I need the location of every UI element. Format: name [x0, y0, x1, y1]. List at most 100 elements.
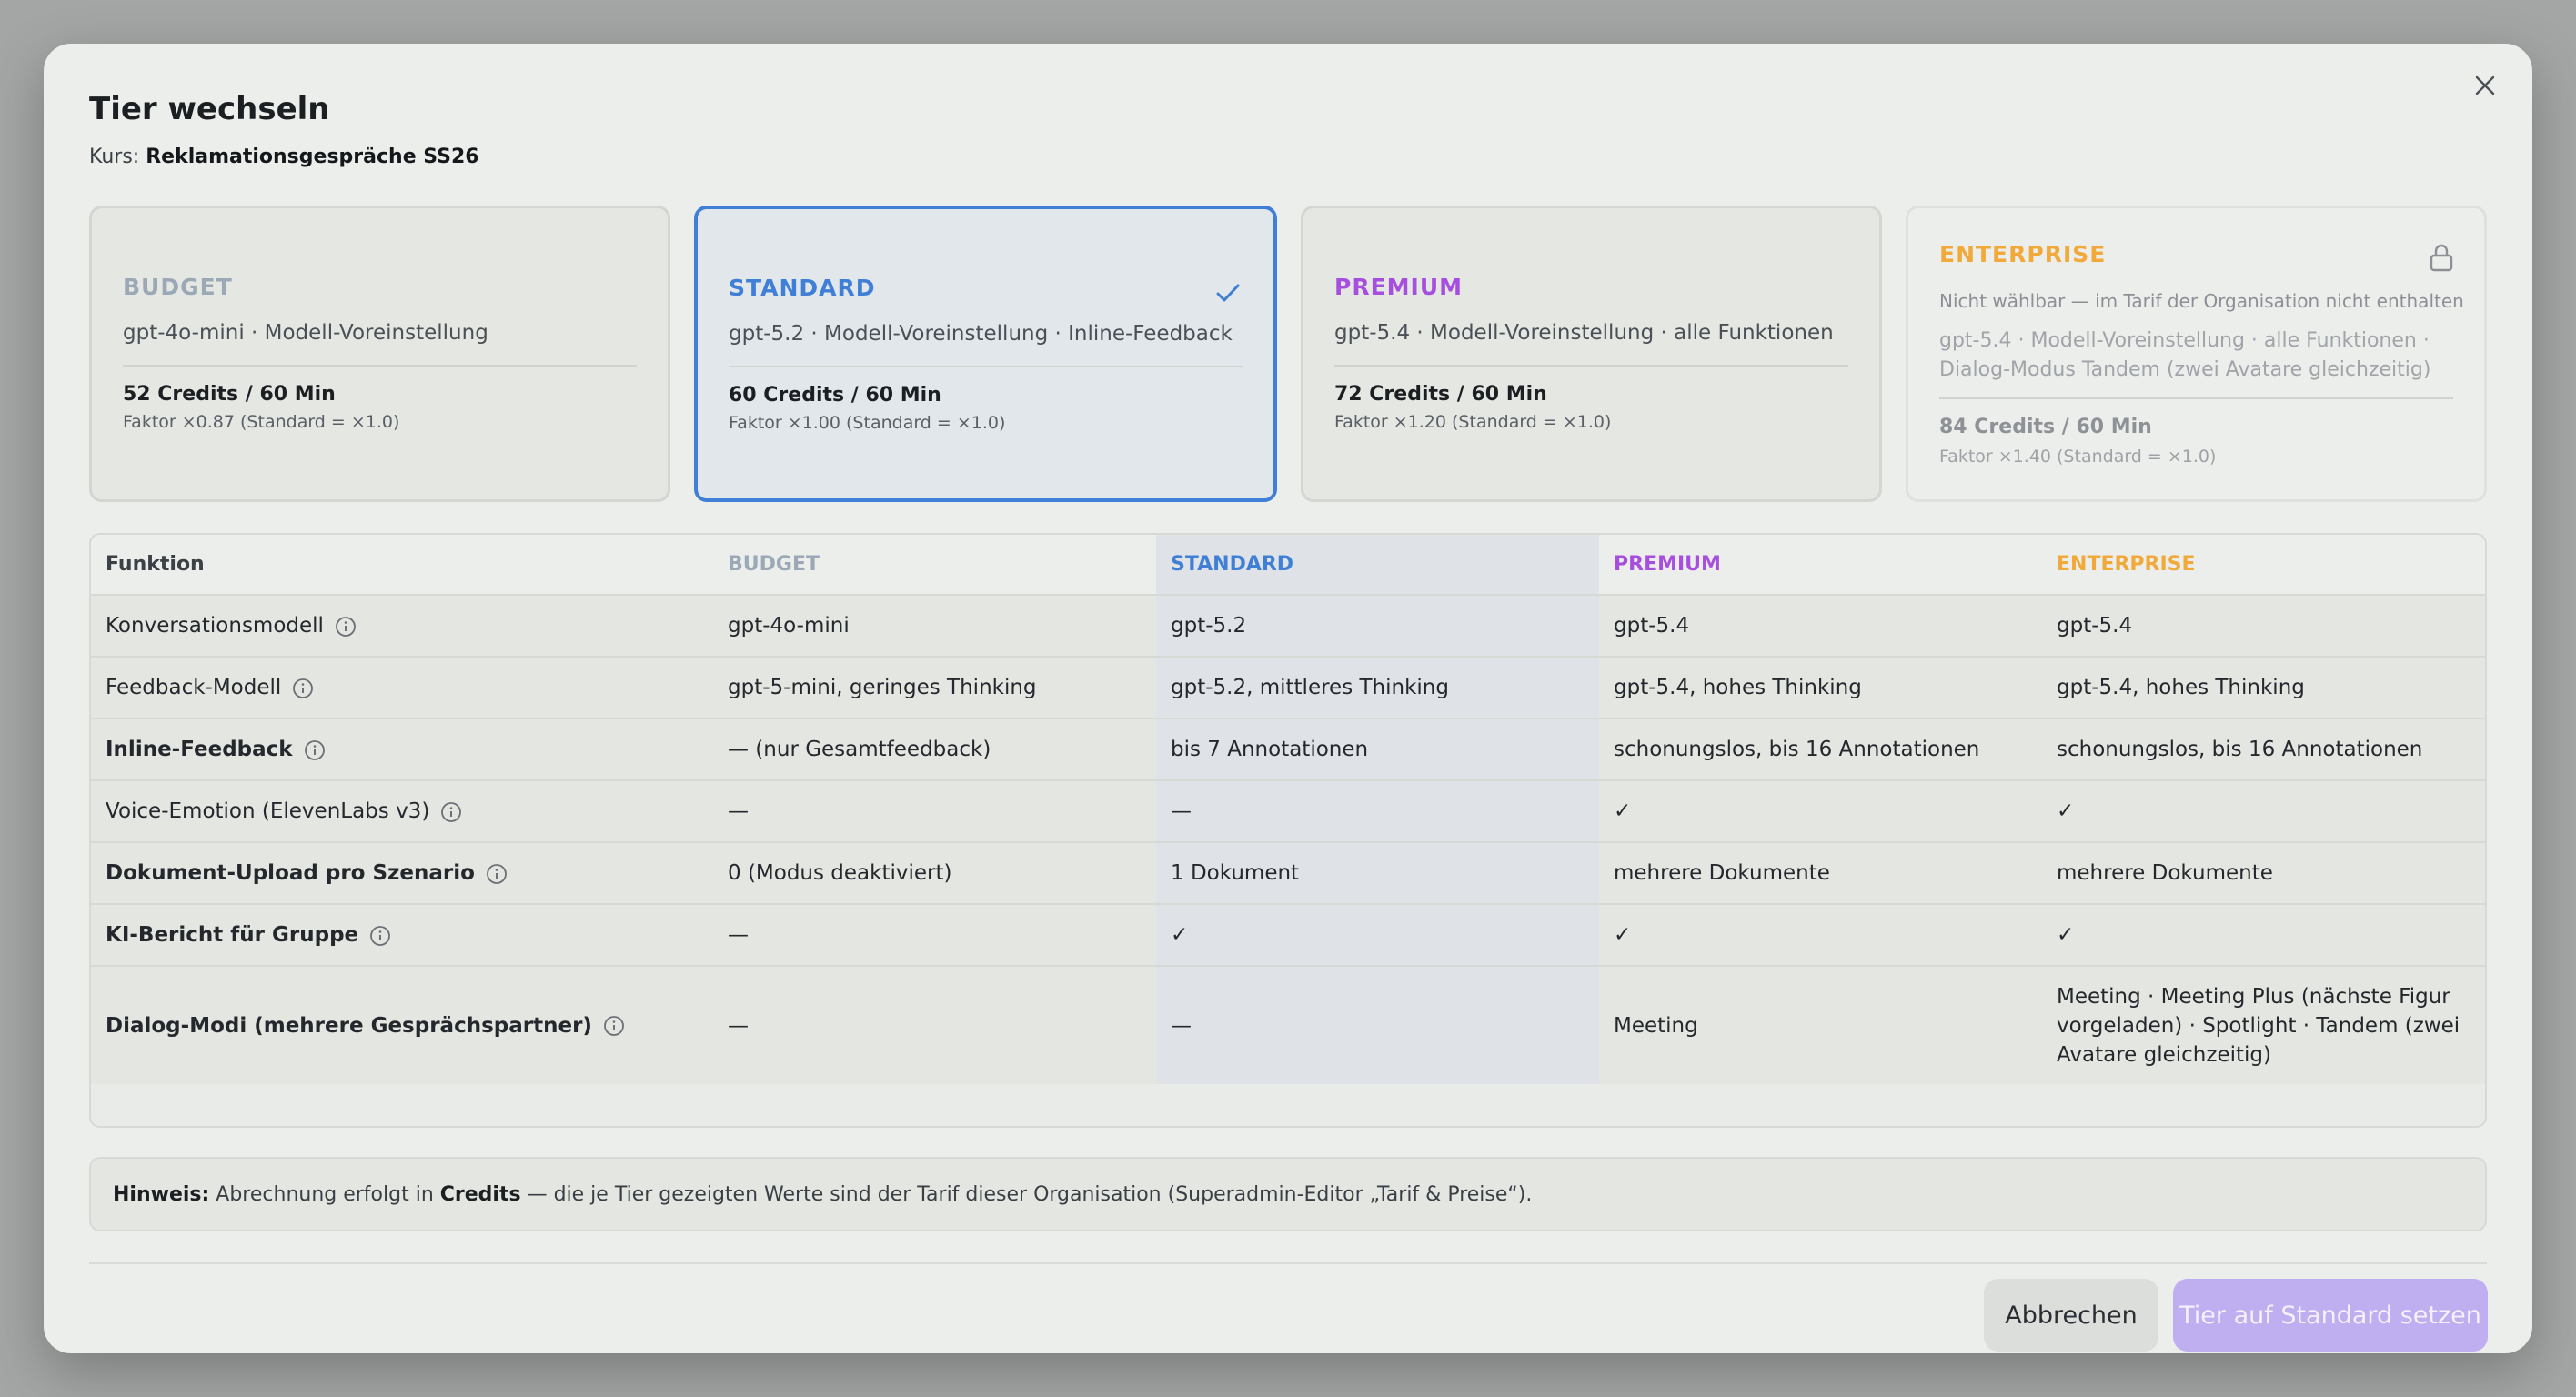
tier-factor: Faktor ×1.00 (Standard = ×1.0)	[729, 413, 1006, 433]
dialog-title: Tier wechseln	[89, 91, 330, 127]
tier-credits: 84 Credits / 60 Min	[1939, 416, 2152, 438]
table-header-row: Funktion BUDGET STANDARD PREMIUM ENTERPR…	[91, 535, 2485, 596]
tier-name: PREMIUM	[1334, 274, 1464, 300]
feature-cell: KI-Bericht für Gruppe	[91, 904, 713, 967]
check-icon	[1216, 284, 1240, 302]
hint-prefix: Hinweis:	[113, 1182, 210, 1206]
feature-value-cell: 0 (Modus deaktiviert)	[713, 842, 1156, 905]
info-icon[interactable]	[292, 678, 314, 699]
divider	[123, 365, 637, 367]
tier-card-standard[interactable]: STANDARD gpt-5.2 · Modell-Voreinstellung…	[694, 206, 1277, 502]
feature-value-cell: gpt-5.4	[2042, 595, 2485, 658]
feature-value-cell: gpt-5.2	[1156, 595, 1599, 658]
hint-text-2: — die je Tier gezeigten Werte sind der T…	[520, 1182, 1533, 1206]
cancel-button[interactable]: Abbrechen	[1984, 1279, 2158, 1352]
feature-value-cell: bis 7 Annotationen	[1156, 719, 1599, 781]
table-row: Feedback-Modell gpt-5-mini, geringes Thin…	[91, 657, 2485, 719]
column-header-feature: Funktion	[91, 535, 713, 596]
feature-label: Inline-Feedback	[106, 738, 293, 761]
table-row: Inline-Feedback — (nur Gesamtfeedback) bis…	[91, 719, 2485, 781]
table-row: Dokument-Upload pro Szenario 0 (Modus dea…	[91, 842, 2485, 905]
feature-label: Konversationsmodell	[106, 614, 324, 638]
feature-value-cell: ✓	[2042, 780, 2485, 843]
table-row: Konversationsmodell gpt-4o-mini gpt-5.2 gpt…	[91, 595, 2485, 658]
column-header-budget: BUDGET	[713, 535, 1156, 596]
divider	[1334, 365, 1848, 367]
feature-value-cell: 1 Dokument	[1156, 842, 1599, 905]
tier-credits: 60 Credits / 60 Min	[729, 384, 941, 407]
tier-name: ENTERPRISE	[1939, 241, 2107, 267]
feature-cell: Voice-Emotion (ElevenLabs v3)	[91, 780, 713, 843]
table-row: Dialog-Modi (mehrere Gesprächspartner) — —…	[91, 966, 2485, 1084]
set-tier-button[interactable]: Tier auf Standard setzen	[2173, 1279, 2488, 1352]
feature-value-cell: ✓	[1599, 904, 2042, 967]
tier-factor: Faktor ×0.87 (Standard = ×1.0)	[123, 412, 400, 432]
feature-cell: Feedback-Modell	[91, 657, 713, 719]
tier-card-enterprise: ENTERPRISE Nicht wählbar — im Tarif der …	[1906, 206, 2487, 502]
close-button[interactable]	[2465, 65, 2505, 106]
info-icon[interactable]	[440, 801, 462, 823]
tier-description: gpt-5.4 · Modell-Voreinstellung · alle F…	[1334, 321, 1834, 345]
info-icon[interactable]	[486, 863, 508, 885]
column-header-enterprise: ENTERPRISE	[2042, 535, 2485, 596]
column-header-standard: STANDARD	[1156, 535, 1599, 596]
feature-value-cell: gpt-5-mini, geringes Thinking	[713, 657, 1156, 719]
feature-value-cell: ✓	[2042, 904, 2485, 967]
info-icon[interactable]	[603, 1015, 625, 1037]
tier-factor: Faktor ×1.40 (Standard = ×1.0)	[1939, 447, 2217, 467]
divider	[1939, 397, 2453, 399]
info-icon[interactable]	[304, 739, 326, 761]
feature-value-cell: mehrere Dokumente	[2042, 842, 2485, 905]
feature-label: Dialog-Modi (mehrere Gesprächspartner)	[106, 1013, 592, 1038]
feature-value-cell: gpt-5.4, hohes Thinking	[2042, 657, 2485, 719]
tier-cards: BUDGET gpt-4o-mini · Modell-Voreinstellu…	[89, 206, 2487, 502]
feature-value-cell: Meeting	[1599, 966, 2042, 1084]
feature-value-cell: mehrere Dokumente	[1599, 842, 2042, 905]
feature-value-cell: —	[713, 904, 1156, 967]
hint-text-1: Abrechnung erfolgt in	[209, 1182, 440, 1206]
course-line: Kurs: Reklamationsgespräche SS26	[89, 146, 479, 168]
feature-value-cell: —	[1156, 966, 1599, 1084]
feature-value-cell: Meeting · Meeting Plus (nächste Figur vo…	[2042, 966, 2485, 1084]
lock-icon	[2430, 244, 2453, 272]
tier-description: gpt-5.4 · Modell-Voreinstellung · alle F…	[1939, 329, 2431, 381]
tier-factor: Faktor ×1.20 (Standard = ×1.0)	[1334, 412, 1612, 432]
feature-label: Feedback-Modell	[106, 676, 282, 699]
tier-dialog: Tier wechseln Kurs: Reklamationsgespräch…	[44, 44, 2532, 1353]
feature-value-cell: schonungslos, bis 16 Annotationen	[2042, 719, 2485, 781]
feature-value-cell: gpt-5.2, mittleres Thinking	[1156, 657, 1599, 719]
billing-hint: Hinweis: Abrechnung erfolgt in Credits —…	[89, 1157, 2487, 1231]
feature-value-cell: ✓	[1599, 780, 2042, 843]
feature-value-cell: —	[713, 966, 1156, 1084]
info-icon[interactable]	[335, 616, 357, 638]
feature-label: Dokument-Upload pro Szenario	[106, 861, 475, 885]
tier-credits: 52 Credits / 60 Min	[123, 383, 336, 406]
tier-name: BUDGET	[123, 274, 233, 300]
feature-label: Voice-Emotion (ElevenLabs v3)	[106, 799, 430, 823]
close-icon	[2475, 75, 2495, 95]
feature-cell: Dialog-Modi (mehrere Gesprächspartner)	[91, 966, 713, 1084]
tier-card-premium[interactable]: PREMIUM gpt-5.4 · Modell-Voreinstellung …	[1301, 206, 1882, 502]
feature-value-cell: gpt-4o-mini	[713, 595, 1156, 658]
feature-value-cell: gpt-5.4	[1599, 595, 2042, 658]
feature-label: KI-Bericht für Gruppe	[106, 923, 359, 947]
table-row: KI-Bericht für Gruppe — ✓ ✓ ✓	[91, 904, 2485, 967]
divider	[729, 366, 1243, 367]
tier-card-budget[interactable]: BUDGET gpt-4o-mini · Modell-Voreinstellu…	[89, 206, 670, 502]
info-icon[interactable]	[369, 925, 391, 947]
feature-cell: Inline-Feedback	[91, 719, 713, 781]
feature-value-cell: —	[1156, 780, 1599, 843]
table-row: Voice-Emotion (ElevenLabs v3) — — ✓ ✓	[91, 780, 2485, 843]
hint-credits: Credits	[439, 1182, 521, 1206]
tier-description: gpt-4o-mini · Modell-Voreinstellung	[123, 321, 488, 345]
course-label: Kurs:	[89, 146, 140, 168]
feature-cell: Dokument-Upload pro Szenario	[91, 842, 713, 905]
tier-name: STANDARD	[729, 275, 876, 301]
tier-credits: 72 Credits / 60 Min	[1334, 383, 1547, 406]
feature-value-cell: ✓	[1156, 904, 1599, 967]
footer-divider	[89, 1262, 2487, 1264]
feature-value-cell: gpt-5.4, hohes Thinking	[1599, 657, 2042, 719]
feature-cell: Konversationsmodell	[91, 595, 713, 658]
feature-value-cell: —	[713, 780, 1156, 843]
tier-unavailable-note: Nicht wählbar — im Tarif der Organisatio…	[1939, 290, 2464, 312]
